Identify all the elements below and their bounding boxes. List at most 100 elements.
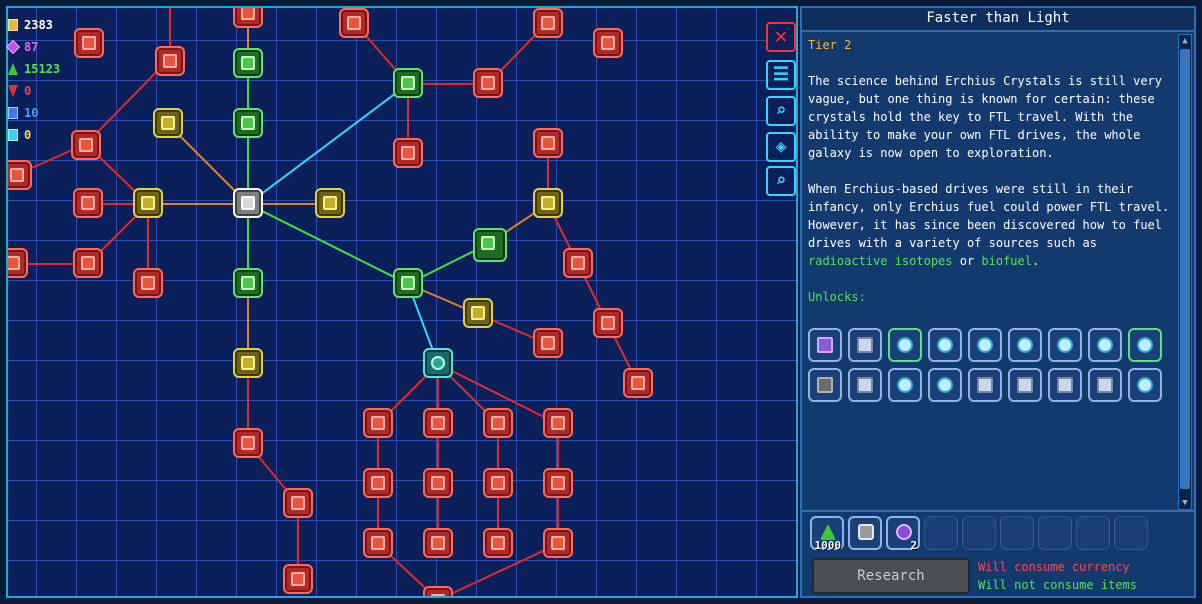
tree-node[interactable] <box>423 468 453 498</box>
empty-cost-slot[interactable] <box>1114 516 1148 550</box>
list-view-button[interactable]: ☰ <box>766 60 796 90</box>
unlock-slot[interactable] <box>1008 328 1042 362</box>
grate-icon <box>81 256 95 270</box>
tree-node[interactable] <box>73 248 103 278</box>
chest-icon <box>541 136 555 150</box>
unlock-slot[interactable] <box>968 328 1002 362</box>
machine-icon <box>857 337 873 353</box>
tree-node[interactable] <box>363 528 393 558</box>
capsule-icon <box>82 36 96 50</box>
locate-button[interactable]: ◈ <box>766 132 796 162</box>
tree-node[interactable] <box>593 28 623 58</box>
tree-node[interactable] <box>533 328 563 358</box>
unlock-slot[interactable] <box>1008 368 1042 402</box>
unlock-slot[interactable] <box>928 328 962 362</box>
cost-slot[interactable] <box>848 516 882 550</box>
tree-node-olive[interactable] <box>463 298 493 328</box>
scrollbar-thumb[interactable] <box>1180 49 1190 489</box>
tree-node-olive[interactable] <box>153 108 183 138</box>
tree-node[interactable] <box>133 268 163 298</box>
scroll-down-icon[interactable]: ▼ <box>1179 497 1191 509</box>
tree-node[interactable] <box>483 528 513 558</box>
tree-node[interactable] <box>423 528 453 558</box>
tree-node-green[interactable] <box>233 268 263 298</box>
scroll-up-icon[interactable]: ▲ <box>1179 35 1191 47</box>
tree-node[interactable] <box>543 528 573 558</box>
unlock-slot[interactable] <box>888 328 922 362</box>
tree-node-selected[interactable] <box>233 188 263 218</box>
research-tree-panel[interactable]: ✕ ☰ ⌕ ◈ ⌕ <box>6 6 798 598</box>
armor-icon <box>431 594 445 596</box>
empty-cost-slot[interactable] <box>962 516 996 550</box>
orb-icon <box>1017 337 1033 353</box>
tree-node[interactable] <box>233 428 263 458</box>
tree-node-green[interactable] <box>233 48 263 78</box>
dome-icon <box>401 146 415 160</box>
tree-node[interactable] <box>155 46 185 76</box>
tree-node[interactable] <box>233 8 263 28</box>
unlock-slot[interactable] <box>928 368 962 402</box>
tree-node[interactable] <box>73 188 103 218</box>
empty-cost-slot[interactable] <box>1076 516 1110 550</box>
unlock-slot[interactable] <box>1128 328 1162 362</box>
pickaxe-icon <box>347 16 361 30</box>
tree-node[interactable] <box>283 564 313 594</box>
research-description: Tier 2 The science behind Erchius Crysta… <box>808 36 1170 508</box>
tree-node[interactable] <box>533 8 563 38</box>
unlock-slot[interactable] <box>1048 368 1082 402</box>
cost-slot[interactable]: 1000 <box>810 516 844 552</box>
tree-node[interactable] <box>423 586 453 596</box>
consume-items-text: Will not consume items <box>978 578 1137 592</box>
unlock-slot[interactable] <box>808 328 842 362</box>
empty-cost-slot[interactable] <box>924 516 958 550</box>
tree-node[interactable] <box>8 248 28 278</box>
research-flask-icon <box>820 524 836 540</box>
unlock-slot[interactable] <box>1088 368 1122 402</box>
close-button[interactable]: ✕ <box>766 22 796 52</box>
description-paragraph: When Erchius-based drives were still in … <box>808 182 1170 268</box>
unlock-slot[interactable] <box>808 368 842 402</box>
tree-node[interactable] <box>483 408 513 438</box>
tree-node[interactable] <box>483 468 513 498</box>
empty-cost-slot[interactable] <box>1000 516 1034 550</box>
cost-slot[interactable]: 2 <box>886 516 920 552</box>
tree-node-olive[interactable] <box>533 188 563 218</box>
unlock-slot[interactable] <box>848 328 882 362</box>
tree-node[interactable] <box>393 138 423 168</box>
tree-node[interactable] <box>563 248 593 278</box>
unlock-slot[interactable] <box>888 368 922 402</box>
unlock-slot[interactable] <box>968 368 1002 402</box>
tree-node[interactable] <box>593 308 623 338</box>
tree-node[interactable] <box>339 8 369 38</box>
tree-node[interactable] <box>543 468 573 498</box>
tree-node-green[interactable] <box>393 268 423 298</box>
tree-node-green[interactable] <box>233 108 263 138</box>
tree-node[interactable] <box>8 160 32 190</box>
empty-cost-slot[interactable] <box>1038 516 1072 550</box>
tree-node[interactable] <box>283 488 313 518</box>
tree-node[interactable] <box>473 68 503 98</box>
shield-icon <box>551 416 565 430</box>
tree-node-olive[interactable] <box>315 188 345 218</box>
unlock-slot[interactable] <box>1088 328 1122 362</box>
tree-node-olive[interactable] <box>133 188 163 218</box>
zoom-button[interactable]: ⌕ <box>766 166 796 196</box>
unlock-slot[interactable] <box>1048 328 1082 362</box>
unlock-slot[interactable] <box>1128 368 1162 402</box>
tree-node-green[interactable] <box>393 68 423 98</box>
tree-node[interactable] <box>71 130 101 160</box>
tree-node[interactable] <box>74 28 104 58</box>
tree-node[interactable] <box>543 408 573 438</box>
scrollbar[interactable]: ▲ ▼ <box>1178 34 1192 510</box>
tree-node[interactable] <box>363 468 393 498</box>
tree-node[interactable] <box>623 368 653 398</box>
tree-node-green[interactable] <box>473 228 507 262</box>
search-button[interactable]: ⌕ <box>766 96 796 126</box>
tree-node-teal[interactable] <box>423 348 453 378</box>
tree-node[interactable] <box>363 408 393 438</box>
tree-node[interactable] <box>423 408 453 438</box>
tree-node-olive[interactable] <box>233 348 263 378</box>
tree-node[interactable] <box>533 128 563 158</box>
unlock-slot[interactable] <box>848 368 882 402</box>
research-button[interactable]: Research <box>812 558 970 594</box>
